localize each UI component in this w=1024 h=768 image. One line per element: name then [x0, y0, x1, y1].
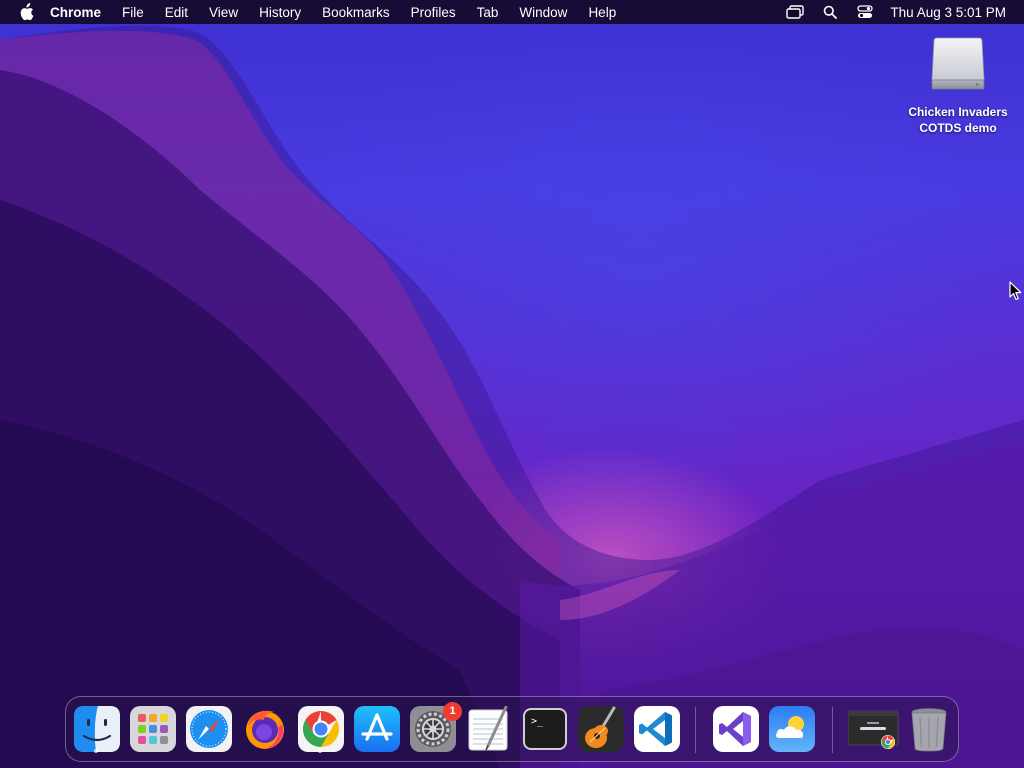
dock-divider [832, 707, 833, 753]
launchpad-icon [130, 706, 176, 752]
dock-garageband[interactable] [578, 706, 624, 752]
dock-weather[interactable] [769, 706, 815, 752]
dock-app-store[interactable] [354, 706, 400, 752]
dock-chrome-window[interactable] [848, 706, 899, 752]
dock-textedit[interactable] [466, 706, 512, 752]
weather-icon [769, 706, 815, 752]
dock-terminal[interactable]: >_ [522, 706, 568, 752]
chrome-icon [298, 706, 344, 752]
control-center-icon[interactable] [855, 4, 875, 20]
menu-history[interactable]: History [259, 5, 301, 20]
dock-divider [695, 707, 696, 753]
menu-tab[interactable]: Tab [477, 5, 499, 20]
apple-menu-icon[interactable] [18, 3, 36, 21]
menu-file[interactable]: File [122, 5, 144, 20]
dock-visual-studio[interactable] [713, 706, 759, 752]
dock-vscode[interactable] [634, 706, 680, 752]
dock: 1 >_ [65, 696, 959, 762]
screen-mirroring-icon[interactable] [785, 4, 805, 20]
spotlight-search-icon[interactable] [820, 4, 840, 20]
visual-studio-icon [713, 706, 759, 752]
disk-image-icon[interactable] [929, 34, 987, 92]
dock-safari[interactable] [186, 706, 232, 752]
menu-window[interactable]: Window [519, 5, 567, 20]
garageband-icon [578, 706, 624, 752]
desktop-icon-label: Chicken Invaders COTDS demo [908, 105, 1008, 135]
dock-launchpad[interactable] [130, 706, 176, 752]
terminal-icon: >_ [523, 708, 567, 750]
dock-chrome[interactable] [298, 706, 344, 752]
trash-icon [911, 708, 947, 752]
vscode-icon [634, 706, 680, 752]
safari-icon [186, 706, 232, 752]
menu-profiles[interactable]: Profiles [411, 5, 456, 20]
menubar-clock[interactable]: Thu Aug 3 5:01 PM [890, 5, 1006, 20]
chrome-running-indicator [318, 749, 322, 753]
desktop-disk-icon-item[interactable]: Chicken Invaders COTDS demo [898, 34, 1018, 136]
menu-app-name[interactable]: Chrome [50, 5, 101, 20]
menu-edit[interactable]: Edit [165, 5, 188, 20]
finder-running-indicator [94, 749, 98, 753]
dock-finder[interactable] [74, 706, 120, 752]
dock-trash[interactable] [906, 706, 952, 752]
dock-system-preferences[interactable]: 1 [410, 702, 462, 752]
notification-badge: 1 [443, 702, 462, 721]
menu-help[interactable]: Help [588, 5, 616, 20]
mouse-cursor-icon [1009, 281, 1023, 301]
app-store-icon [354, 706, 400, 752]
textedit-icon [468, 706, 508, 751]
chrome-window-thumbnail-icon [848, 710, 899, 749]
firefox-icon [246, 710, 284, 749]
dock-firefox[interactable] [242, 706, 288, 752]
menu-view[interactable]: View [209, 5, 238, 20]
menu-bookmarks[interactable]: Bookmarks [322, 5, 390, 20]
finder-icon [74, 706, 120, 752]
menu-bar: Chrome File Edit View History Bookmarks … [0, 0, 1024, 24]
svg-text:>_: >_ [531, 716, 544, 727]
desktop-wallpaper [0, 0, 1024, 768]
